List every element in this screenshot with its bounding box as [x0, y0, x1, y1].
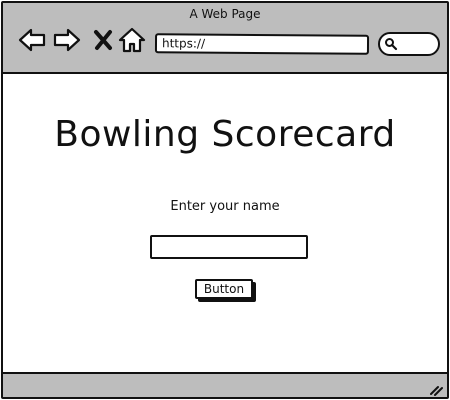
- name-input[interactable]: [150, 235, 308, 259]
- window-title: A Web Page: [189, 7, 261, 21]
- submit-button[interactable]: Button: [195, 279, 253, 299]
- address-bar[interactable]: https://: [154, 33, 370, 55]
- browser-toolbar: A Web Page https://: [3, 3, 447, 74]
- close-x-icon[interactable]: [89, 25, 119, 55]
- back-arrow-icon[interactable]: [17, 25, 47, 55]
- browser-window: A Web Page https:// Bowling Scorecard En…: [1, 1, 449, 399]
- page-content: Bowling Scorecard Enter your name Button: [3, 74, 447, 372]
- page-title: Bowling Scorecard: [54, 114, 396, 155]
- status-bar: [3, 372, 447, 397]
- search-field[interactable]: [378, 32, 440, 56]
- resize-grip-icon[interactable]: [429, 382, 443, 396]
- home-icon[interactable]: [117, 25, 147, 55]
- forward-arrow-icon[interactable]: [52, 25, 82, 55]
- search-icon: [385, 38, 398, 51]
- name-label: Enter your name: [170, 199, 280, 214]
